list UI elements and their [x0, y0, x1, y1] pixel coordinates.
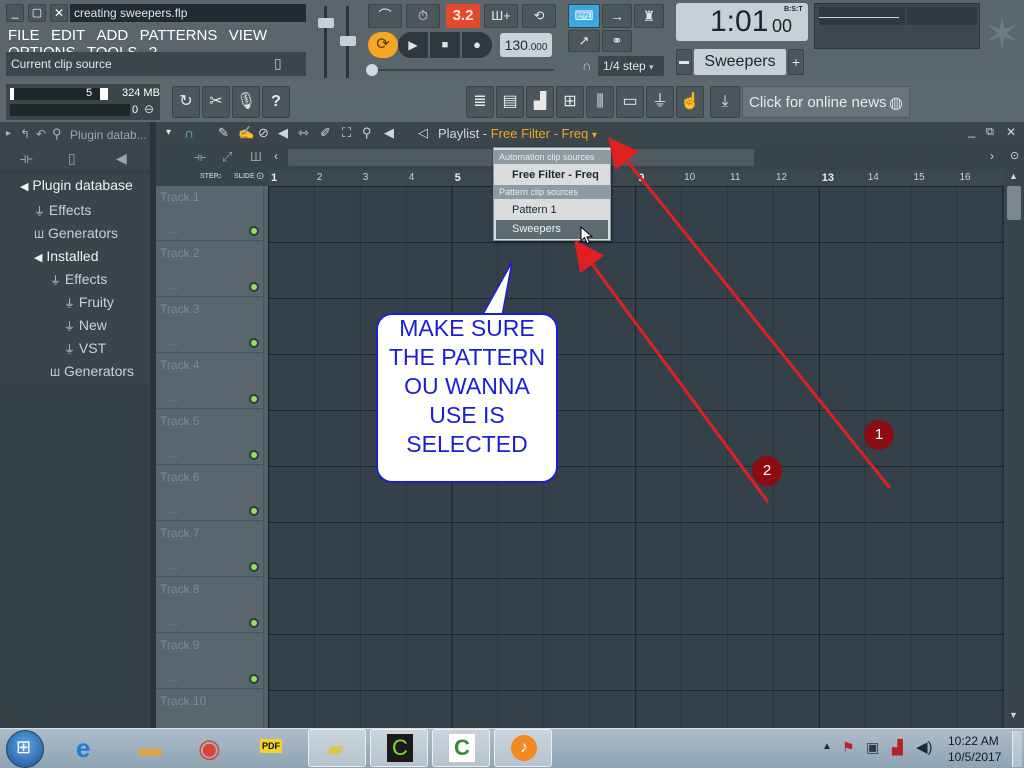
pdf-icon: PDF [260, 739, 282, 753]
folder-icon: ▬ [138, 735, 162, 762]
taskbar-internet-explorer[interactable]: e [62, 729, 120, 767]
callout-text: MAKE SURE THE PATTERN OU WANNA USE IS SE… [388, 315, 546, 457]
internet-explorer-icon: e [76, 733, 91, 763]
sticky-note-icon: ▰ [327, 736, 344, 761]
show-hidden-icons-icon[interactable]: ▲ [822, 741, 832, 752]
recorder-icon: C [387, 734, 413, 762]
clock-date[interactable]: 10/5/2017 [948, 750, 1001, 764]
callout-tail [481, 261, 513, 317]
device-icon[interactable]: ▣ [866, 739, 879, 756]
network-icon[interactable]: ▟ [892, 739, 903, 756]
callout-bubble: MAKE SURE THE PATTERN OU WANNA USE IS SE… [376, 313, 558, 483]
taskbar-pdf[interactable]: PDF [246, 729, 304, 767]
taskbar-file-explorer[interactable]: ▬ [124, 729, 182, 767]
windows-taskbar: ⊞ e ▬ ◉ PDF ▰ C C ♪ ▲ ⚑ ▣ ▟ ◀) 10:22 AM … [0, 728, 1024, 768]
taskbar-sticky-notes[interactable]: ▰ [308, 729, 366, 767]
marker-2: 2 [752, 456, 782, 486]
fl-studio-icon: ♪ [511, 735, 537, 761]
arrow-1 [608, 137, 892, 489]
show-desktop-button[interactable] [1012, 731, 1022, 767]
taskbar-chrome[interactable]: ◉ [184, 729, 242, 767]
taskbar-camtasia[interactable]: C [432, 729, 490, 767]
clock-time[interactable]: 10:22 AM [948, 734, 999, 748]
marker-1: 1 [864, 420, 894, 450]
taskbar-fl-studio[interactable]: ♪ [494, 729, 552, 767]
volume-icon[interactable]: ◀) [916, 738, 933, 756]
taskbar-camtasia-recorder[interactable]: C [370, 729, 428, 767]
windows-logo-icon: ⊞ [16, 737, 32, 757]
camtasia-icon: C [449, 734, 475, 762]
arrow-2 [574, 240, 770, 503]
flag-icon[interactable]: ⚑ [842, 739, 855, 756]
chrome-icon: ◉ [198, 733, 221, 763]
